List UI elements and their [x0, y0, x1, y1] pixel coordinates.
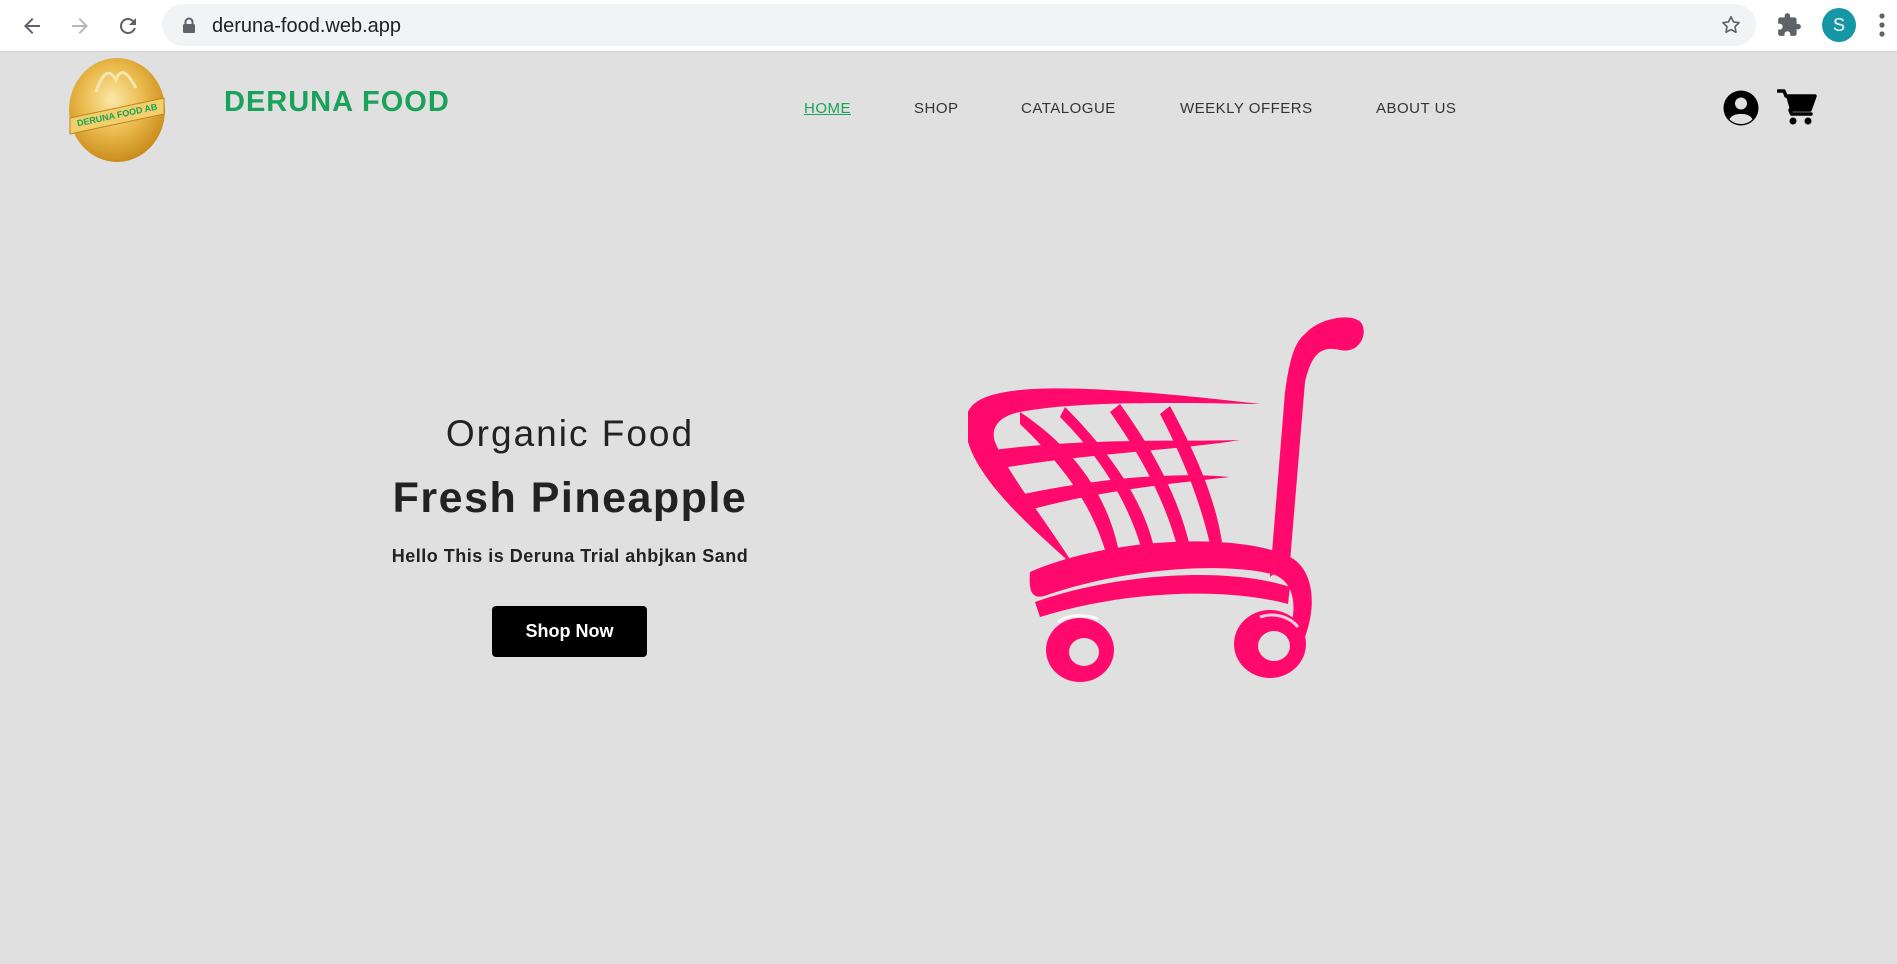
- nav-about-us[interactable]: ABOUT US: [1376, 100, 1456, 117]
- url-text: deruna-food.web.app: [212, 15, 402, 37]
- browser-toolbar: deruna-food.web.app S: [0, 0, 1897, 52]
- shopping-cart-illustration: [960, 312, 1410, 716]
- reload-icon[interactable]: [112, 10, 144, 42]
- bookmark-star-icon[interactable]: [1720, 14, 1742, 40]
- hero-subtitle: Organic Food: [445, 413, 695, 454]
- brand-name[interactable]: DERUNA FOOD: [224, 86, 450, 119]
- extensions-puzzle-icon[interactable]: [1776, 12, 1802, 42]
- cart-icon[interactable]: [1776, 88, 1817, 130]
- nav-weekly-offers[interactable]: WEEKLY OFFERS: [1180, 100, 1313, 117]
- back-icon[interactable]: [16, 10, 48, 42]
- nav-home[interactable]: HOME: [804, 100, 851, 117]
- shop-now-button[interactable]: Shop Now: [492, 606, 647, 657]
- forward-icon[interactable]: [64, 10, 96, 42]
- more-menu-icon[interactable]: [1878, 12, 1886, 42]
- lock-icon: [182, 17, 196, 37]
- address-bar[interactable]: deruna-food.web.app: [162, 4, 1756, 46]
- user-account-icon[interactable]: [1722, 89, 1760, 131]
- hero-title: Fresh Pineapple: [392, 474, 748, 522]
- hero-description: Hello This is Deruna Trial ahbjkan Sand: [391, 546, 749, 566]
- profile-avatar[interactable]: S: [1822, 8, 1856, 42]
- site-logo[interactable]: DERUNA FOOD AB: [66, 52, 168, 164]
- nav-catalogue[interactable]: CATALOGUE: [1021, 100, 1116, 117]
- nav-shop[interactable]: SHOP: [914, 100, 959, 117]
